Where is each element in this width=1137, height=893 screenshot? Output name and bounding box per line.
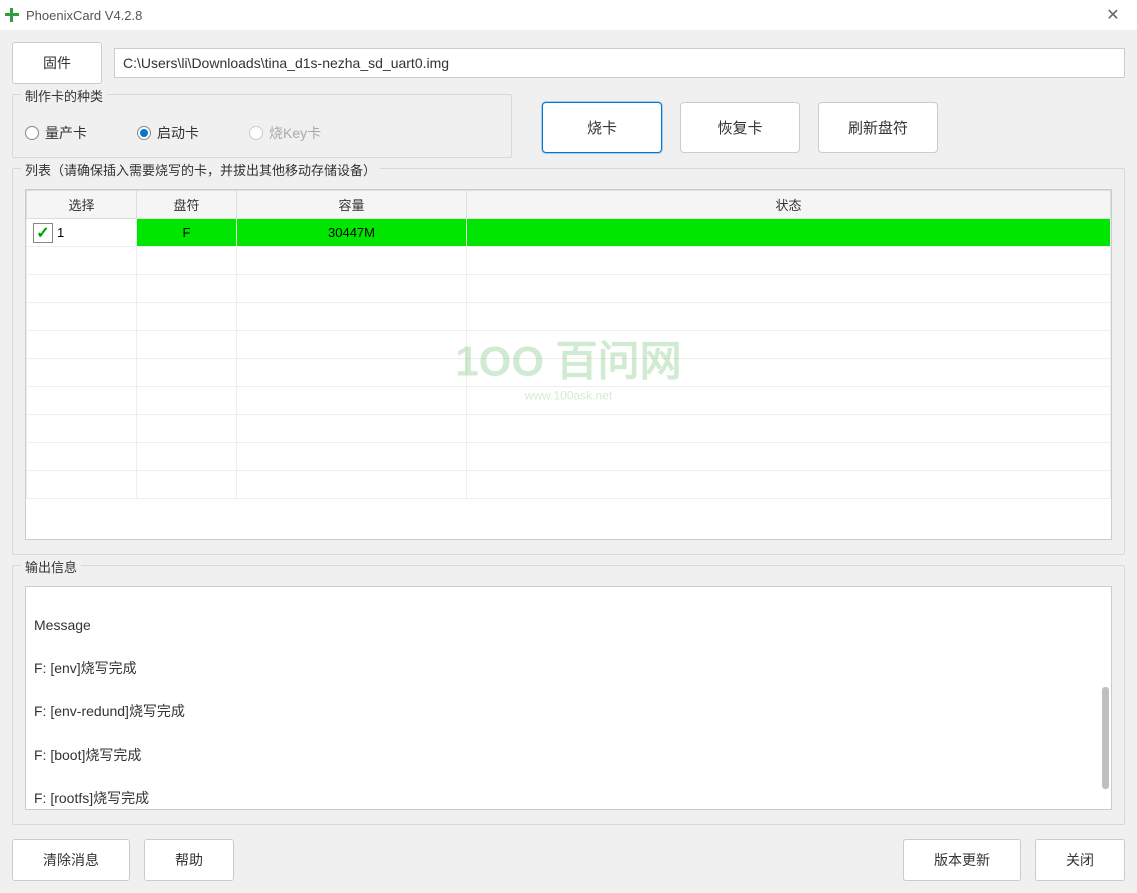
table-row [27,359,1111,387]
radio-dot-icon [140,129,148,137]
bottom-row: 清除消息 帮助 版本更新 关闭 [12,835,1125,881]
app-window: PhoenixCard V4.2.8 ✕ 固件 C:\Users\li\Down… [0,0,1137,893]
titlebar: PhoenixCard V4.2.8 ✕ [0,0,1137,30]
firmware-path-input[interactable]: C:\Users\li\Downloads\tina_d1s-nezha_sd_… [114,48,1125,78]
action-buttons: 烧卡 恢复卡 刷新盘符 [542,94,938,153]
message-line: F: [boot]烧写完成 [34,745,1103,767]
table-row[interactable]: ✓ 1 F 30447M [27,219,1111,247]
card-type-group-title: 制作卡的种类 [21,86,107,105]
col-status[interactable]: 状态 [467,191,1111,219]
message-line: F: [env-redund]烧写完成 [34,701,1103,723]
list-group: 列表（请确保插入需要烧写的卡，并拔出其他移动存储设备） 选择 盘符 容量 状态 [12,168,1125,555]
app-icon [4,7,20,23]
radio-label: 烧Key卡 [269,123,321,143]
output-group: 输出信息 Message F: [env]烧写完成 F: [env-redund… [12,565,1125,825]
status-cell [467,219,1111,247]
close-icon[interactable]: ✕ [1093,5,1133,25]
table-row [27,387,1111,415]
card-type-options: 量产卡 启动卡 烧Key卡 [25,115,499,143]
col-drive[interactable]: 盘符 [137,191,237,219]
table-row [27,471,1111,499]
drive-cell: F [137,219,237,247]
card-table: 选择 盘符 容量 状态 ✓ 1 [26,190,1111,499]
radio-label: 量产卡 [45,123,87,143]
table-row [27,415,1111,443]
col-select[interactable]: 选择 [27,191,137,219]
control-row: 制作卡的种类 量产卡 启动卡 烧Key卡 [12,94,1125,158]
table-row [27,443,1111,471]
radio-icon [249,126,263,140]
table-row [27,331,1111,359]
radio-boot-card[interactable]: 启动卡 [137,123,199,143]
checkbox-icon[interactable]: ✓ [33,223,53,243]
table-row [27,275,1111,303]
firmware-button[interactable]: 固件 [12,42,102,84]
burn-button[interactable]: 烧卡 [542,102,662,153]
radio-burn-key: 烧Key卡 [249,123,321,143]
spacer [248,839,889,881]
table-row [27,303,1111,331]
row-index: 1 [57,225,64,240]
restore-button[interactable]: 恢复卡 [680,102,800,153]
content-area: 固件 C:\Users\li\Downloads\tina_d1s-nezha_… [0,30,1137,893]
capacity-cell: 30447M [237,219,467,247]
radio-icon [137,126,151,140]
message-line: F: [rootfs]烧写完成 [34,788,1103,810]
message-line: F: [env]烧写完成 [34,658,1103,680]
table-row [27,247,1111,275]
list-group-title: 列表（请确保插入需要烧写的卡，并拔出其他移动存储设备） [21,160,380,179]
checkmark-icon: ✓ [36,223,49,243]
help-button[interactable]: 帮助 [144,839,234,881]
col-capacity[interactable]: 容量 [237,191,467,219]
card-table-container: 选择 盘符 容量 状态 ✓ 1 [25,189,1112,540]
scrollbar-thumb[interactable] [1102,687,1109,789]
message-header: Message [34,615,1103,637]
window-title: PhoenixCard V4.2.8 [26,8,1093,23]
radio-icon [25,126,39,140]
radio-mass-production[interactable]: 量产卡 [25,123,87,143]
card-type-group: 制作卡的种类 量产卡 启动卡 烧Key卡 [12,94,512,158]
version-update-button[interactable]: 版本更新 [903,839,1021,881]
refresh-drives-button[interactable]: 刷新盘符 [818,102,938,153]
clear-messages-button[interactable]: 清除消息 [12,839,130,881]
radio-label: 启动卡 [157,123,199,143]
firmware-row: 固件 C:\Users\li\Downloads\tina_d1s-nezha_… [12,42,1125,84]
output-box[interactable]: Message F: [env]烧写完成 F: [env-redund]烧写完成… [25,586,1112,810]
close-button[interactable]: 关闭 [1035,839,1125,881]
select-cell[interactable]: ✓ 1 [27,219,137,247]
output-group-title: 输出信息 [21,557,81,576]
